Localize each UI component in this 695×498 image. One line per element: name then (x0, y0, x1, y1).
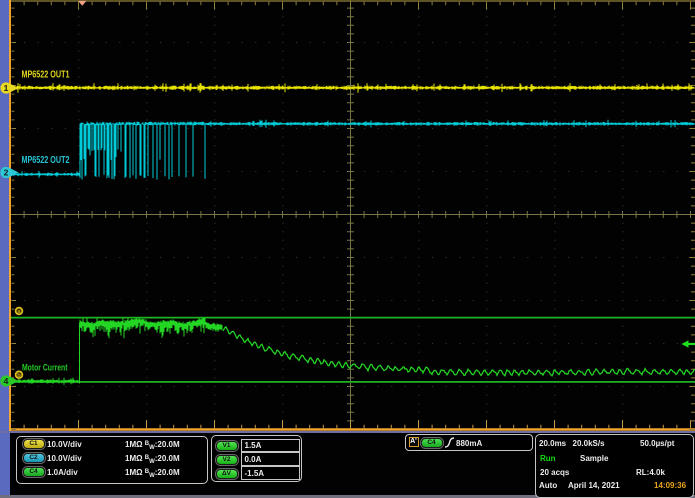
svg-text:b: b (17, 373, 21, 379)
svg-text:2: 2 (4, 168, 9, 178)
svg-text:MP6522 OUT2: MP6522 OUT2 (22, 155, 70, 166)
svg-text:MP6522 OUT1: MP6522 OUT1 (22, 70, 70, 81)
svg-text:Motor Current: Motor Current (22, 362, 68, 372)
svg-text:4: 4 (4, 376, 9, 386)
svg-text:1: 1 (4, 83, 9, 93)
